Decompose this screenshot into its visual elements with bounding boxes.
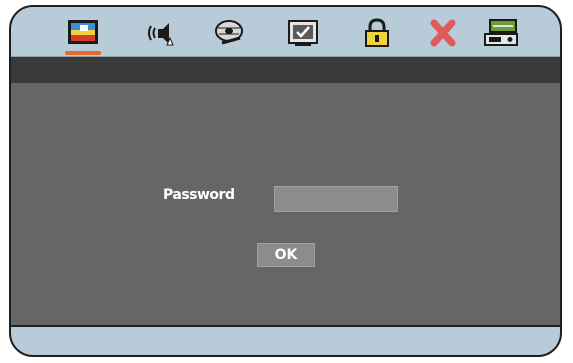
settings-icon xyxy=(484,19,518,46)
menu-item-function[interactable] xyxy=(281,13,325,53)
password-panel: Password OK xyxy=(11,83,560,325)
lock-icon xyxy=(365,18,389,47)
menu-item-disc[interactable] xyxy=(207,13,251,53)
menu-item-lock[interactable] xyxy=(355,13,399,53)
menu-item-setup[interactable] xyxy=(479,13,523,53)
checkbox-tv-icon xyxy=(288,20,318,46)
audio-icon xyxy=(148,23,174,46)
status-bar xyxy=(11,57,560,83)
footer-bar xyxy=(11,325,560,355)
disc-icon xyxy=(215,20,243,45)
menu-bar xyxy=(11,7,560,57)
osd-window: Password OK xyxy=(9,5,562,357)
close-icon xyxy=(430,19,456,47)
menu-item-audio[interactable] xyxy=(138,13,182,53)
menu-item-picture[interactable] xyxy=(61,13,105,55)
password-input[interactable] xyxy=(274,186,398,212)
ok-button[interactable]: OK xyxy=(257,243,315,267)
menu-item-cancel[interactable] xyxy=(421,13,465,53)
password-label: Password xyxy=(163,187,235,203)
picture-icon xyxy=(68,20,98,44)
